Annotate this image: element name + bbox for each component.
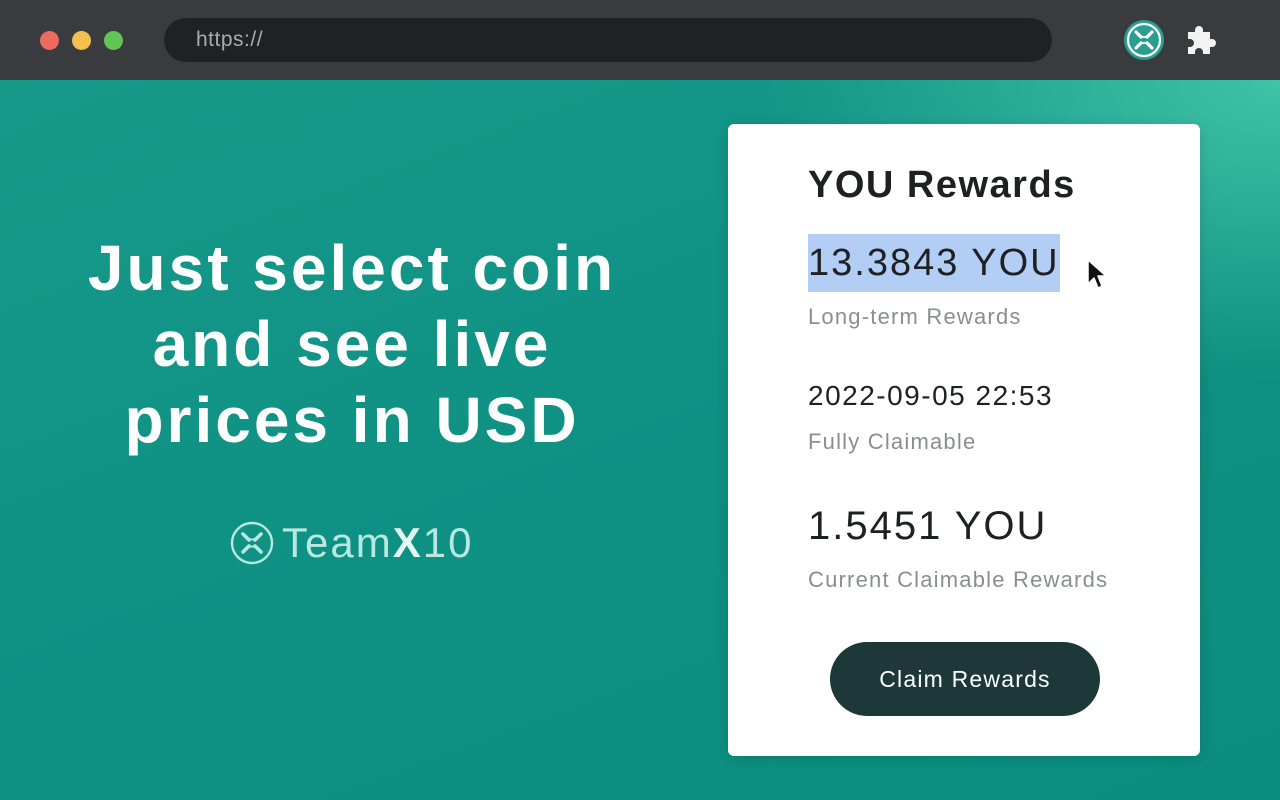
browser-toolbar: https://	[0, 0, 1280, 80]
hero-headline: Just select coin and see live prices in …	[60, 230, 644, 458]
brand-name: TeamX10	[282, 519, 474, 566]
window-close-button[interactable]	[40, 31, 59, 50]
rewards-title: YOU Rewards	[808, 164, 1076, 206]
hero-line-2: and see live	[152, 308, 552, 380]
current-claimable-label: Current Claimable Rewards	[808, 567, 1109, 592]
rewards-card: YOU Rewards 13.3843 YOU Long-term Reward…	[728, 124, 1200, 756]
long-term-rewards-label: Long-term Rewards	[808, 304, 1022, 329]
page-background: Just select coin and see live prices in …	[0, 80, 1280, 800]
teamx10-logo-icon	[230, 521, 274, 565]
hero-line-1: Just select coin	[87, 232, 617, 304]
window-maximize-button[interactable]	[104, 31, 123, 50]
long-term-rewards-value-selected[interactable]: 13.3843 YOU	[808, 234, 1060, 292]
current-claimable-value: 1.5451 YOU	[808, 504, 1048, 548]
hero-line-3: prices in USD	[124, 384, 580, 456]
brand-logo-wordmark: TeamX10	[230, 519, 474, 566]
extensions-puzzle-icon[interactable]	[1180, 20, 1220, 60]
fully-claimable-label: Fully Claimable	[808, 429, 977, 454]
teamx10-extension-icon[interactable]	[1124, 20, 1164, 60]
claim-rewards-button[interactable]: Claim Rewards	[830, 642, 1100, 716]
fully-claimable-date: 2022-09-05 22:53	[808, 380, 1054, 411]
mouse-cursor-icon	[1087, 259, 1107, 289]
address-bar[interactable]: https://	[164, 18, 1052, 62]
window-minimize-button[interactable]	[72, 31, 91, 50]
long-term-rewards-value[interactable]: 13.3843 YOU	[808, 242, 1060, 284]
